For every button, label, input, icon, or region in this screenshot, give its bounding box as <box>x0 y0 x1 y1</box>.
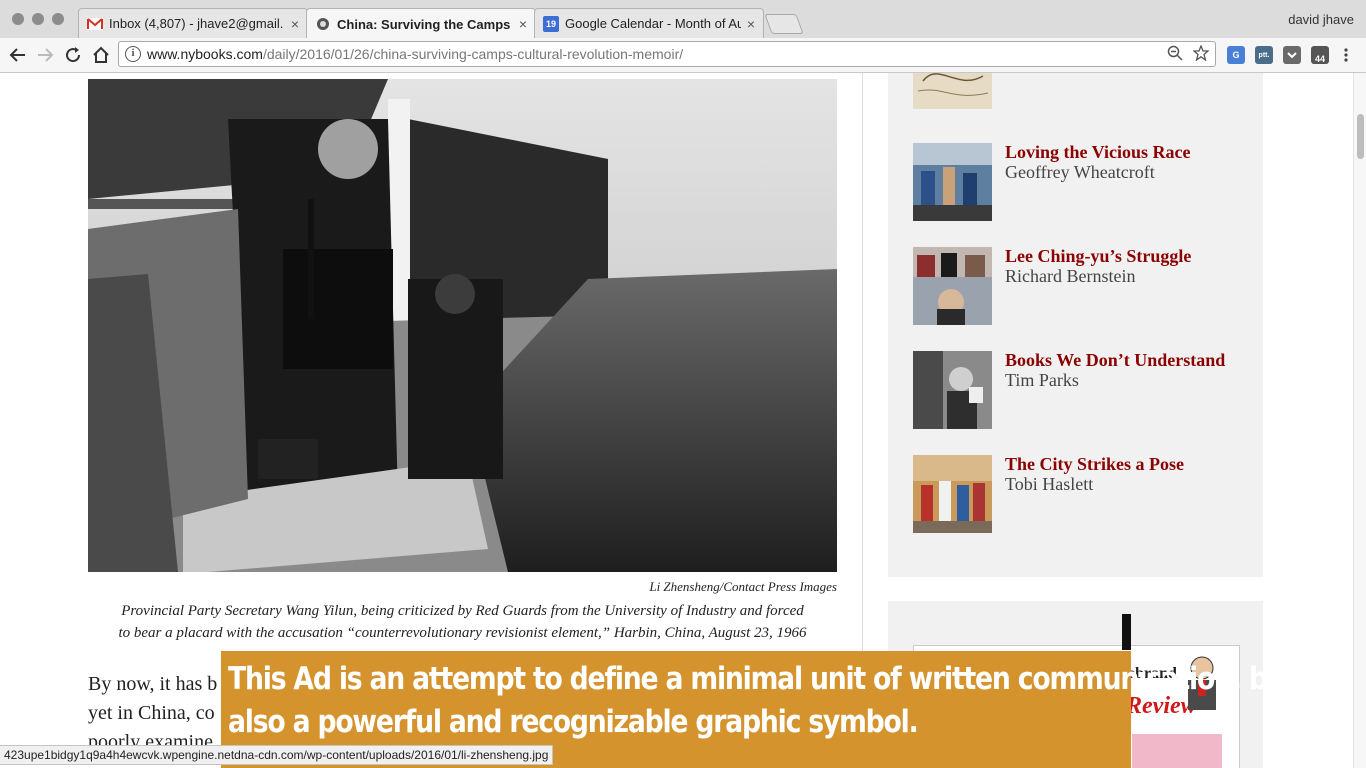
article-thumbnail <box>913 73 992 109</box>
photo-caption: Provincial Party Secretary Wang Yilun, b… <box>88 600 837 644</box>
new-tab-button[interactable] <box>764 14 804 34</box>
zoom-icon[interactable] <box>1167 45 1183 61</box>
sidebar-item-the-city-strikes-a-pose[interactable]: The City Strikes a Pose Tobi Haslett <box>913 454 1253 535</box>
forward-arrow-icon <box>38 48 54 62</box>
ad-banner-text: This Ad is an attempt to define a minima… <box>228 658 1297 744</box>
sidebar-item-partial[interactable] <box>913 73 1253 115</box>
page-content: Li Zhensheng/Contact Press Images Provin… <box>0 73 1366 768</box>
article-photo[interactable] <box>88 79 837 572</box>
article-thumbnail <box>913 351 992 429</box>
reload-button[interactable] <box>61 43 85 67</box>
gmail-icon <box>87 16 103 32</box>
reload-icon <box>66 47 81 63</box>
minimize-window-button[interactable] <box>32 13 44 25</box>
ptt-extension-icon[interactable]: ptt. <box>1255 46 1273 64</box>
related-articles-sidebar: Loving the Vicious Race Geoffrey Wheatcr… <box>888 73 1263 577</box>
close-tab-icon[interactable]: × <box>291 16 299 32</box>
forward-button[interactable] <box>33 43 57 67</box>
sidebar-item-loving-the-vicious-race[interactable]: Loving the Vicious Race Geoffrey Wheatcr… <box>913 142 1253 223</box>
sidebar-item-lee-ching-yus-struggle[interactable]: Lee Ching-yu’s Struggle Richard Bernstei… <box>913 246 1253 327</box>
notification-extension-icon[interactable]: 44 <box>1311 46 1329 64</box>
calendar-icon: 19 <box>543 15 559 32</box>
sidebar-item-title[interactable]: The City Strikes a Pose <box>1005 454 1184 475</box>
ad-banner-line: also a powerful and recognizable graphic… <box>228 704 919 740</box>
address-bar[interactable]: i www.nybooks.com/daily/2016/01/26/china… <box>118 41 1216 67</box>
pocket-extension-icon[interactable] <box>1283 46 1301 64</box>
ad-marker-bar <box>1122 614 1131 650</box>
tab-title: Inbox (4,807) - jhave2@gmail. <box>109 16 284 31</box>
caption-line: Provincial Party Secretary Wang Yilun, b… <box>121 603 804 619</box>
nyrb-icon <box>315 16 331 32</box>
sidebar-item-author: Tobi Haslett <box>1005 474 1094 494</box>
zoom-window-button[interactable] <box>52 13 64 25</box>
tab-gmail[interactable]: Inbox (4,807) - jhave2@gmail. × <box>78 8 308 38</box>
url-host: www.nybooks.com <box>147 46 263 62</box>
status-bar-url: 423upe1bidgy1q9a4h4ewcvk.wpengine.netdna… <box>0 745 554 765</box>
url-path: /daily/2016/01/26/china-surviving-camps-… <box>262 46 684 62</box>
back-arrow-icon <box>9 48 25 62</box>
chrome-menu-button[interactable] <box>1338 43 1354 67</box>
ad-banner-line: This Ad is an attempt to define a minima… <box>228 661 1297 697</box>
back-button[interactable] <box>6 43 30 67</box>
vertical-scrollbar[interactable] <box>1353 73 1366 768</box>
tab-nyrb-article[interactable]: China: Surviving the Camps | × <box>306 8 536 39</box>
tab-google-calendar[interactable]: 19 Google Calendar - Month of Au × <box>534 8 764 38</box>
scrollbar-thumb[interactable] <box>1357 114 1364 159</box>
sidebar-item-author: Geoffrey Wheatcroft <box>1005 162 1155 182</box>
tab-title: China: Surviving the Camps | <box>337 16 513 32</box>
close-tab-icon[interactable]: × <box>747 16 755 32</box>
bookmark-star-icon[interactable] <box>1193 45 1209 61</box>
close-tab-icon[interactable]: × <box>519 16 527 32</box>
sidebar-item-title[interactable]: Lee Ching-yu’s Struggle <box>1005 246 1191 267</box>
site-info-icon[interactable]: i <box>125 46 141 62</box>
menu-dots-icon <box>1344 48 1348 62</box>
article-thumbnail <box>913 247 992 325</box>
photo-credit: Li Zhensheng/Contact Press Images <box>649 579 837 594</box>
tab-title: Google Calendar - Month of Au <box>565 16 741 31</box>
caption-line: to bear a placard with the accusation “c… <box>118 625 807 641</box>
article-thumbnail <box>913 143 992 221</box>
translate-extension-icon[interactable]: G <box>1227 46 1245 64</box>
home-icon <box>93 46 109 63</box>
sidebar-item-author: Richard Bernstein <box>1005 266 1136 286</box>
sidebar-item-books-we-dont-understand[interactable]: Books We Don’t Understand Tim Parks <box>913 350 1253 431</box>
sidebar-item-author: Tim Parks <box>1005 370 1079 390</box>
browser-toolbar: i www.nybooks.com/daily/2016/01/26/china… <box>0 38 1366 73</box>
home-button[interactable] <box>89 43 113 67</box>
sidebar-item-title[interactable]: Books We Don’t Understand <box>1005 350 1225 371</box>
tab-strip: Inbox (4,807) - jhave2@gmail. × China: S… <box>0 0 1366 39</box>
sidebar-item-title[interactable]: Loving the Vicious Race <box>1005 142 1191 163</box>
article-thumbnail <box>913 455 992 533</box>
close-window-button[interactable] <box>12 13 24 25</box>
profile-name[interactable]: david jhave <box>1288 12 1354 27</box>
